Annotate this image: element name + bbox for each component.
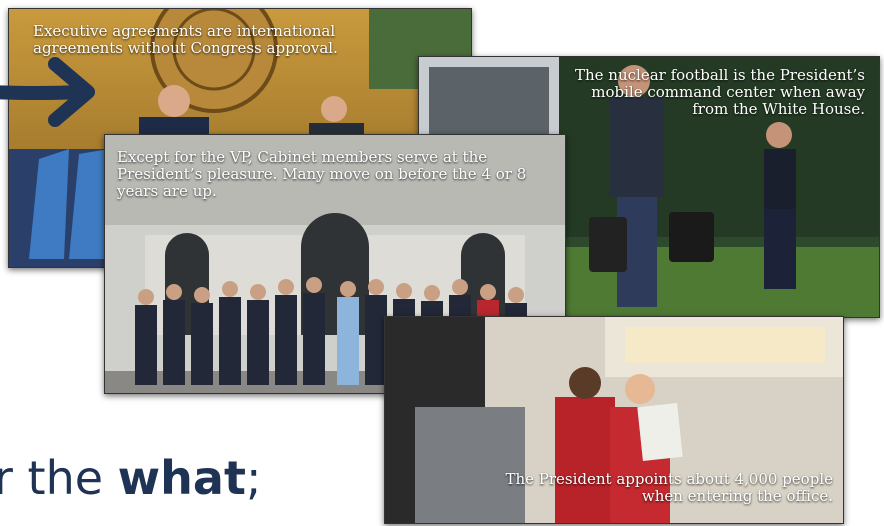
- headline-bold-what: what: [117, 451, 246, 505]
- headline-text: r the what;: [0, 452, 261, 504]
- caption-nuclear-football: The nuclear football is the President’s …: [574, 66, 865, 118]
- headline-suffix: ;: [245, 451, 262, 505]
- caption-cabinet: Except for the VP, Cabinet members serve…: [117, 148, 527, 200]
- headline-prefix: r the: [0, 451, 118, 505]
- arrow-right-icon: [0, 52, 110, 136]
- photo-card-appointments: The President appoints about 4,000 peopl…: [384, 316, 844, 524]
- caption-appointments: The President appoints about 4,000 peopl…: [505, 470, 833, 505]
